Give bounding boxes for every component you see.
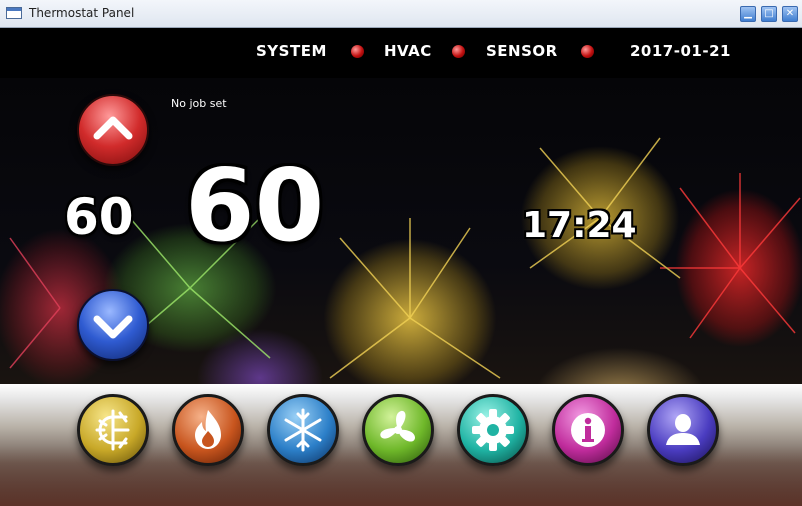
chevron-up-icon	[93, 116, 133, 140]
info-button[interactable]	[552, 394, 624, 466]
sensor-label: SENSOR	[486, 42, 558, 60]
current-temperature: 60	[185, 147, 325, 264]
status-bar: SYSTEM HVAC SENSOR 2017-01-21	[0, 28, 802, 78]
thermostat-screen: SYSTEM HVAC SENSOR 2017-01-21 No job set…	[0, 28, 802, 506]
window-app-icon	[6, 7, 22, 19]
setpoint-temperature: 60	[64, 188, 134, 246]
maximize-button[interactable]: □	[761, 6, 777, 22]
fan-icon	[380, 410, 415, 442]
job-status-text: No job set	[171, 97, 227, 110]
heat-mode-button[interactable]	[172, 394, 244, 466]
temp-up-button[interactable]	[77, 94, 149, 166]
info-icon	[571, 413, 605, 447]
hvac-label: HVAC	[384, 42, 432, 60]
title-bar: Thermostat Panel ▁ □ ✕	[0, 0, 802, 28]
close-button[interactable]: ✕	[782, 6, 798, 22]
date-display: 2017-01-21	[630, 42, 731, 60]
temp-down-button[interactable]	[77, 289, 149, 361]
user-icon	[666, 414, 700, 445]
sensor-status-led	[581, 45, 594, 58]
chevron-down-icon	[93, 315, 133, 339]
minimize-button[interactable]: ▁	[740, 6, 756, 22]
cool-mode-button[interactable]	[267, 394, 339, 466]
thermostat-window: Thermostat Panel ▁ □ ✕ SYSTEM HVAC SENSO…	[0, 0, 802, 506]
auto-icon	[95, 409, 130, 451]
window-title: Thermostat Panel	[29, 6, 135, 20]
system-status-led	[351, 45, 364, 58]
gear-icon	[472, 409, 514, 451]
fan-mode-button[interactable]	[362, 394, 434, 466]
auto-mode-button[interactable]	[77, 394, 149, 466]
hvac-status-led	[452, 45, 465, 58]
user-button[interactable]	[647, 394, 719, 466]
flame-icon	[195, 410, 221, 449]
system-label: SYSTEM	[256, 42, 327, 60]
clock-display: 17:24	[522, 205, 637, 246]
snowflake-icon	[284, 408, 322, 452]
settings-button[interactable]	[457, 394, 529, 466]
